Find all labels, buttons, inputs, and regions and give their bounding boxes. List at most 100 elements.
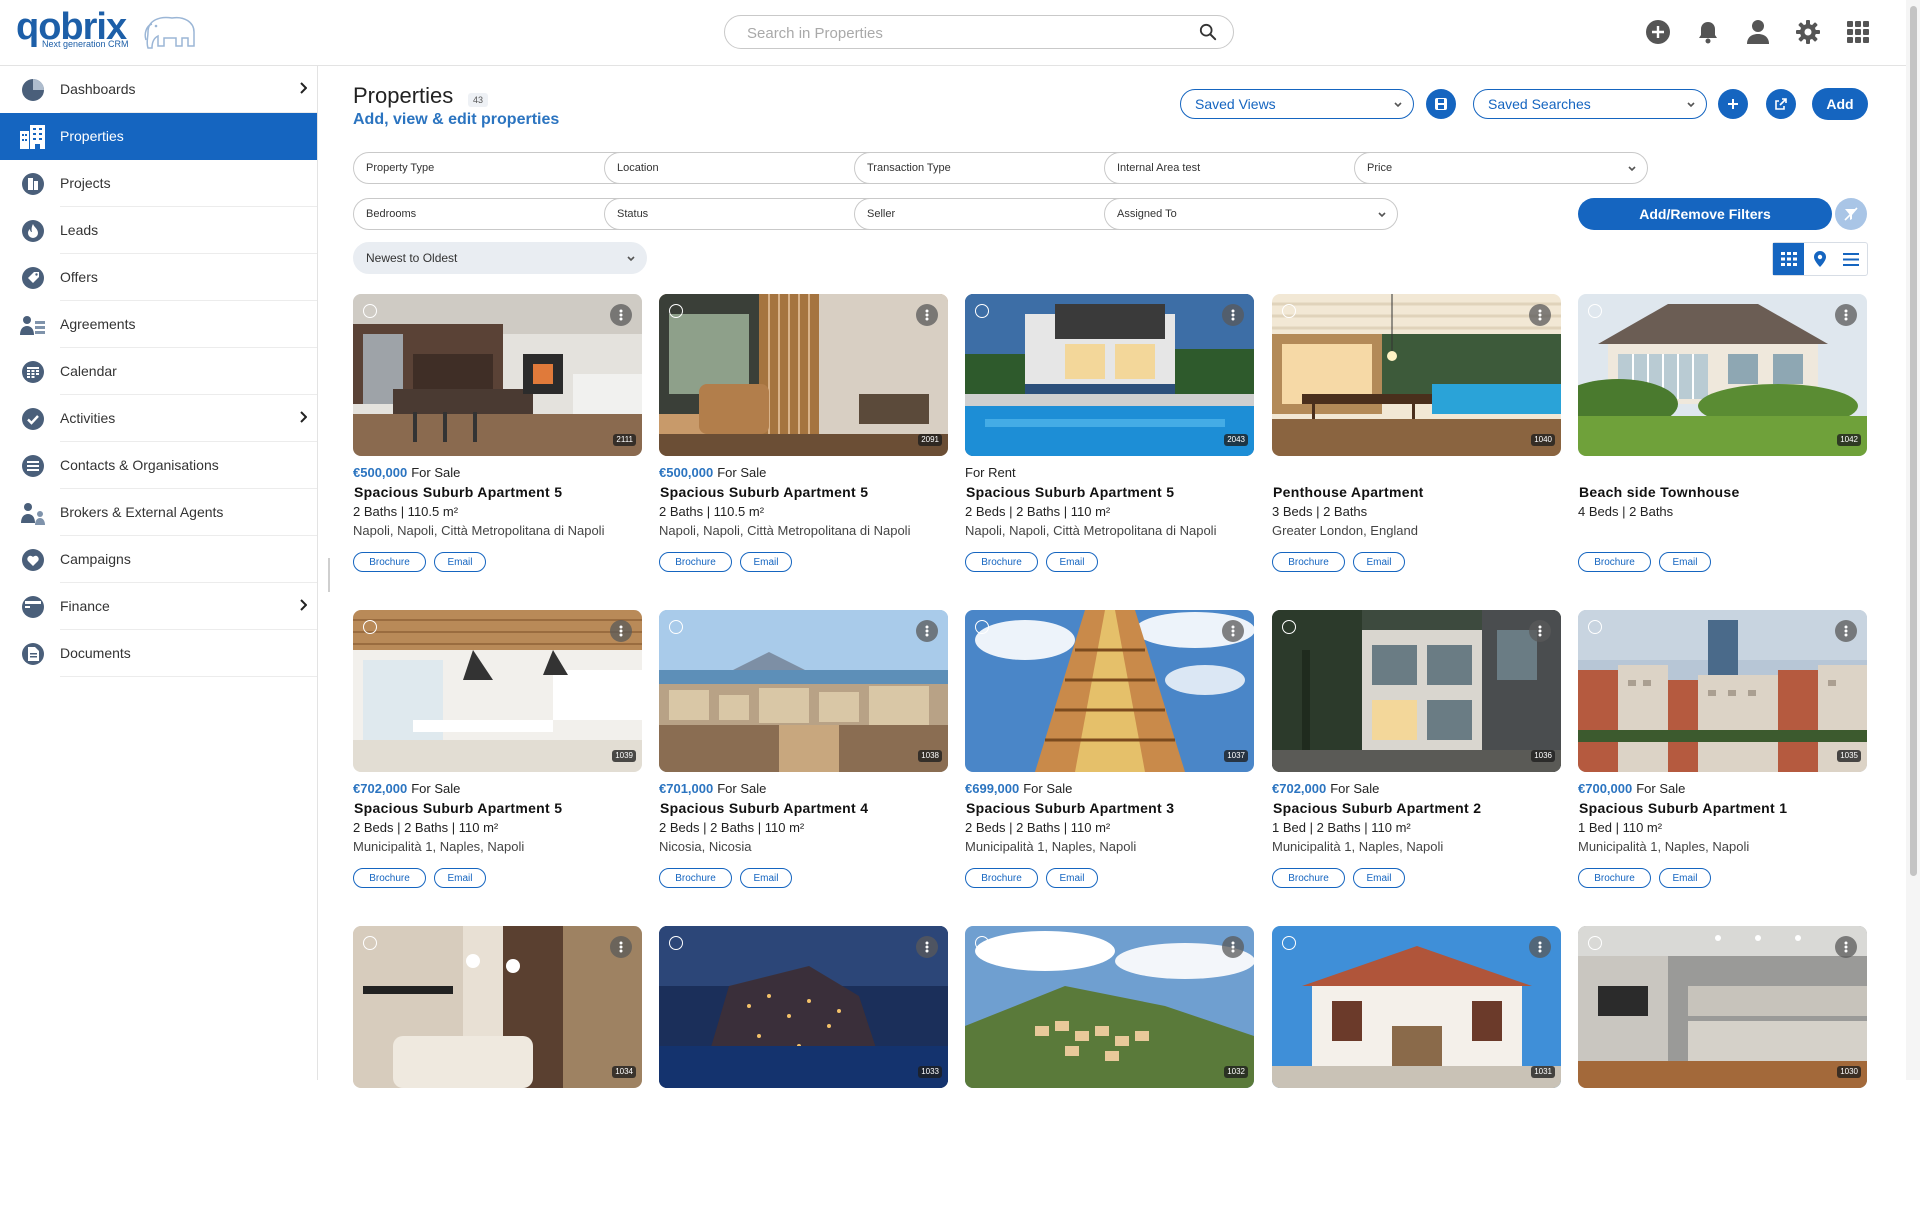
property-photo[interactable]: 1032 xyxy=(965,926,1254,1088)
more-options-icon[interactable] xyxy=(916,304,938,326)
property-card[interactable]: 2091 €500,000 For Sale Spacious Suburb Apar… xyxy=(659,294,948,594)
property-card[interactable]: 1036 €702,000 For Sale Spacious Suburb Apar… xyxy=(1272,610,1561,910)
property-photo[interactable]: 1035 xyxy=(1578,610,1867,772)
brochure-button[interactable]: Brochure xyxy=(1272,552,1345,572)
property-photo[interactable]: 1031 xyxy=(1272,926,1561,1088)
property-card[interactable]: 1030 xyxy=(1578,926,1867,1226)
search-icon[interactable] xyxy=(1199,23,1217,41)
select-checkbox[interactable] xyxy=(669,620,683,634)
property-photo[interactable]: 1034 xyxy=(353,926,642,1088)
brochure-button[interactable]: Brochure xyxy=(1578,552,1651,572)
filter-bedrooms[interactable]: Bedrooms xyxy=(353,198,647,230)
more-options-icon[interactable] xyxy=(1529,620,1551,642)
saved-views-select[interactable]: Saved Views xyxy=(1180,89,1414,119)
sidebar-item-properties[interactable]: Properties xyxy=(0,113,317,160)
property-photo[interactable]: 2111 xyxy=(353,294,642,456)
more-options-icon[interactable] xyxy=(1835,304,1857,326)
property-title[interactable]: Beach side Townhouse xyxy=(1579,484,1740,500)
select-checkbox[interactable] xyxy=(975,620,989,634)
more-options-icon[interactable] xyxy=(1222,620,1244,642)
sidebar-item-campaigns[interactable]: Campaigns xyxy=(22,536,317,583)
list-view-button[interactable] xyxy=(1836,243,1867,275)
property-photo[interactable]: 2091 xyxy=(659,294,948,456)
property-card[interactable]: 1038 €701,000 For Sale Spacious Suburb Apar… xyxy=(659,610,948,910)
property-title[interactable]: Spacious Suburb Apartment 5 xyxy=(354,484,562,500)
property-title[interactable]: Spacious Suburb Apartment 4 xyxy=(660,800,868,816)
property-photo[interactable]: 1040 xyxy=(1272,294,1561,456)
filter-assigned-to[interactable]: Assigned To xyxy=(1104,198,1398,230)
select-checkbox[interactable] xyxy=(363,620,377,634)
email-button[interactable]: Email xyxy=(434,552,486,572)
property-photo[interactable]: 1038 xyxy=(659,610,948,772)
property-title[interactable]: Spacious Suburb Apartment 5 xyxy=(966,484,1174,500)
apps-grid-icon[interactable] xyxy=(1844,18,1872,46)
bell-icon[interactable] xyxy=(1694,18,1722,46)
sidebar-item-dashboards[interactable]: Dashboards xyxy=(22,66,317,113)
property-photo[interactable]: 1033 xyxy=(659,926,948,1088)
property-card[interactable]: 1035 €700,000 For Sale Spacious Suburb Apar… xyxy=(1578,610,1867,910)
property-card[interactable]: 1033 xyxy=(659,926,948,1226)
property-card[interactable]: 1042 Beach side Townhouse 4 Beds | 2 Baths… xyxy=(1578,294,1867,594)
grid-view-button[interactable] xyxy=(1773,243,1805,275)
more-options-icon[interactable] xyxy=(916,620,938,642)
search-input[interactable] xyxy=(747,23,1177,43)
brochure-button[interactable]: Brochure xyxy=(1578,868,1651,888)
brochure-button[interactable]: Brochure xyxy=(353,552,426,572)
add-remove-filters-button[interactable]: Add/Remove Filters xyxy=(1578,198,1832,230)
scrollbar-thumb[interactable] xyxy=(1910,6,1917,876)
email-button[interactable]: Email xyxy=(1659,868,1711,888)
more-options-icon[interactable] xyxy=(610,620,632,642)
select-checkbox[interactable] xyxy=(975,304,989,318)
sidebar-item-calendar[interactable]: Calendar xyxy=(22,348,317,395)
clear-filters-button[interactable] xyxy=(1835,198,1867,230)
sidebar-item-activities[interactable]: Activities xyxy=(22,395,317,442)
property-photo[interactable]: 1039 xyxy=(353,610,642,772)
more-options-icon[interactable] xyxy=(916,936,938,958)
property-title[interactable]: Spacious Suburb Apartment 2 xyxy=(1273,800,1481,816)
property-photo[interactable]: 1042 xyxy=(1578,294,1867,456)
email-button[interactable]: Email xyxy=(434,868,486,888)
saved-searches-select[interactable]: Saved Searches xyxy=(1473,89,1707,119)
search-bar[interactable] xyxy=(724,15,1234,49)
email-button[interactable]: Email xyxy=(740,552,792,572)
more-options-icon[interactable] xyxy=(1835,936,1857,958)
sidebar-item-projects[interactable]: Projects xyxy=(22,160,317,207)
property-title[interactable]: Penthouse Apartment xyxy=(1273,484,1424,500)
property-card[interactable]: 1040 Penthouse Apartment 3 Beds | 2 Baths G… xyxy=(1272,294,1561,594)
select-checkbox[interactable] xyxy=(363,304,377,318)
select-checkbox[interactable] xyxy=(1282,620,1296,634)
select-checkbox[interactable] xyxy=(669,936,683,950)
select-checkbox[interactable] xyxy=(669,304,683,318)
select-checkbox[interactable] xyxy=(1588,304,1602,318)
more-options-icon[interactable] xyxy=(610,936,632,958)
property-photo[interactable]: 1036 xyxy=(1272,610,1561,772)
email-button[interactable]: Email xyxy=(1046,868,1098,888)
brochure-button[interactable]: Brochure xyxy=(659,868,732,888)
qobrix-logo[interactable]: qobrix Next generation CRM xyxy=(16,6,196,52)
property-card[interactable]: 2043 For Rent Spacious Suburb Apartment 5 2… xyxy=(965,294,1254,594)
property-card[interactable]: 1031 xyxy=(1272,926,1561,1226)
select-checkbox[interactable] xyxy=(363,936,377,950)
more-options-icon[interactable] xyxy=(1835,620,1857,642)
select-checkbox[interactable] xyxy=(1282,936,1296,950)
property-card[interactable]: 1039 €702,000 For Sale Spacious Suburb Apar… xyxy=(353,610,642,910)
sidebar-item-contacts-organisations[interactable]: Contacts & Organisations xyxy=(22,442,317,489)
sidebar-item-offers[interactable]: Offers xyxy=(22,254,317,301)
more-options-icon[interactable] xyxy=(1222,936,1244,958)
more-options-icon[interactable] xyxy=(1222,304,1244,326)
property-photo[interactable]: 1037 xyxy=(965,610,1254,772)
sidebar-item-brokers-external-agents[interactable]: Brokers & External Agents xyxy=(21,489,317,536)
select-checkbox[interactable] xyxy=(1588,620,1602,634)
sidebar-item-finance[interactable]: Finance xyxy=(22,583,317,630)
brochure-button[interactable]: Brochure xyxy=(353,868,426,888)
property-title[interactable]: Spacious Suburb Apartment 1 xyxy=(1579,800,1787,816)
sidebar-item-leads[interactable]: Leads xyxy=(22,207,317,254)
add-search-button[interactable] xyxy=(1718,89,1748,119)
property-title[interactable]: Spacious Suburb Apartment 5 xyxy=(354,800,562,816)
email-button[interactable]: Email xyxy=(740,868,792,888)
property-card[interactable]: 1034 xyxy=(353,926,642,1226)
email-button[interactable]: Email xyxy=(1046,552,1098,572)
brochure-button[interactable]: Brochure xyxy=(1272,868,1345,888)
filter-price[interactable]: Price xyxy=(1354,152,1648,184)
property-photo[interactable]: 2043 xyxy=(965,294,1254,456)
